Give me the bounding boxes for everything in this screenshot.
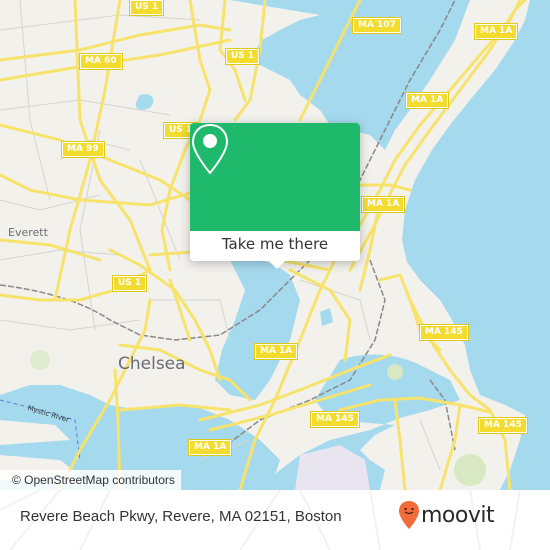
route-shield-ma145: MA 145 [419, 324, 469, 341]
route-shield-us1: US 1 [128, 0, 165, 16]
take-me-there-button[interactable]: Take me there [190, 231, 360, 261]
route-shield-us1: US 1 [111, 275, 148, 292]
map-pin-icon [191, 123, 229, 175]
route-shield-ma1a: MA 1A [360, 196, 406, 213]
address-text: Revere Beach Pkwy, Revere, MA 02151, Bos… [20, 508, 342, 525]
route-shield-ma145: MA 145 [478, 417, 528, 434]
route-shield-ma1a: MA 1A [473, 23, 519, 40]
place-label-chelsea: Chelsea [118, 354, 186, 374]
map-attribution[interactable]: © OpenStreetMap contributors [0, 470, 181, 490]
route-shield-ma1a: MA 1A [253, 343, 299, 360]
route-shield-ma107: MA 107 [352, 17, 402, 34]
moovit-logo[interactable]: moovit [398, 500, 495, 530]
popup-pointer [268, 260, 286, 269]
route-shield-ma1a: MA 1A [187, 439, 233, 456]
route-shield-ma60: MA 60 [79, 53, 123, 70]
route-shield-ma99: MA 99 [61, 141, 105, 158]
popup-header [190, 123, 360, 231]
route-shield-ma145: MA 145 [310, 411, 360, 428]
destination-popup: Take me there [190, 123, 360, 269]
route-shield-us1: US 1 [224, 48, 261, 65]
moovit-pin-icon [399, 501, 419, 529]
brand-name: moovit [421, 502, 495, 528]
map[interactable]: US 1 MA 60 US 1 MA 99 US 1 MA 107 MA 1A … [0, 0, 550, 490]
route-shield-ma1a: MA 1A [404, 92, 450, 109]
footer: Revere Beach Pkwy, Revere, MA 02151, Bos… [0, 490, 550, 550]
place-label-everett: Everett [8, 226, 48, 239]
